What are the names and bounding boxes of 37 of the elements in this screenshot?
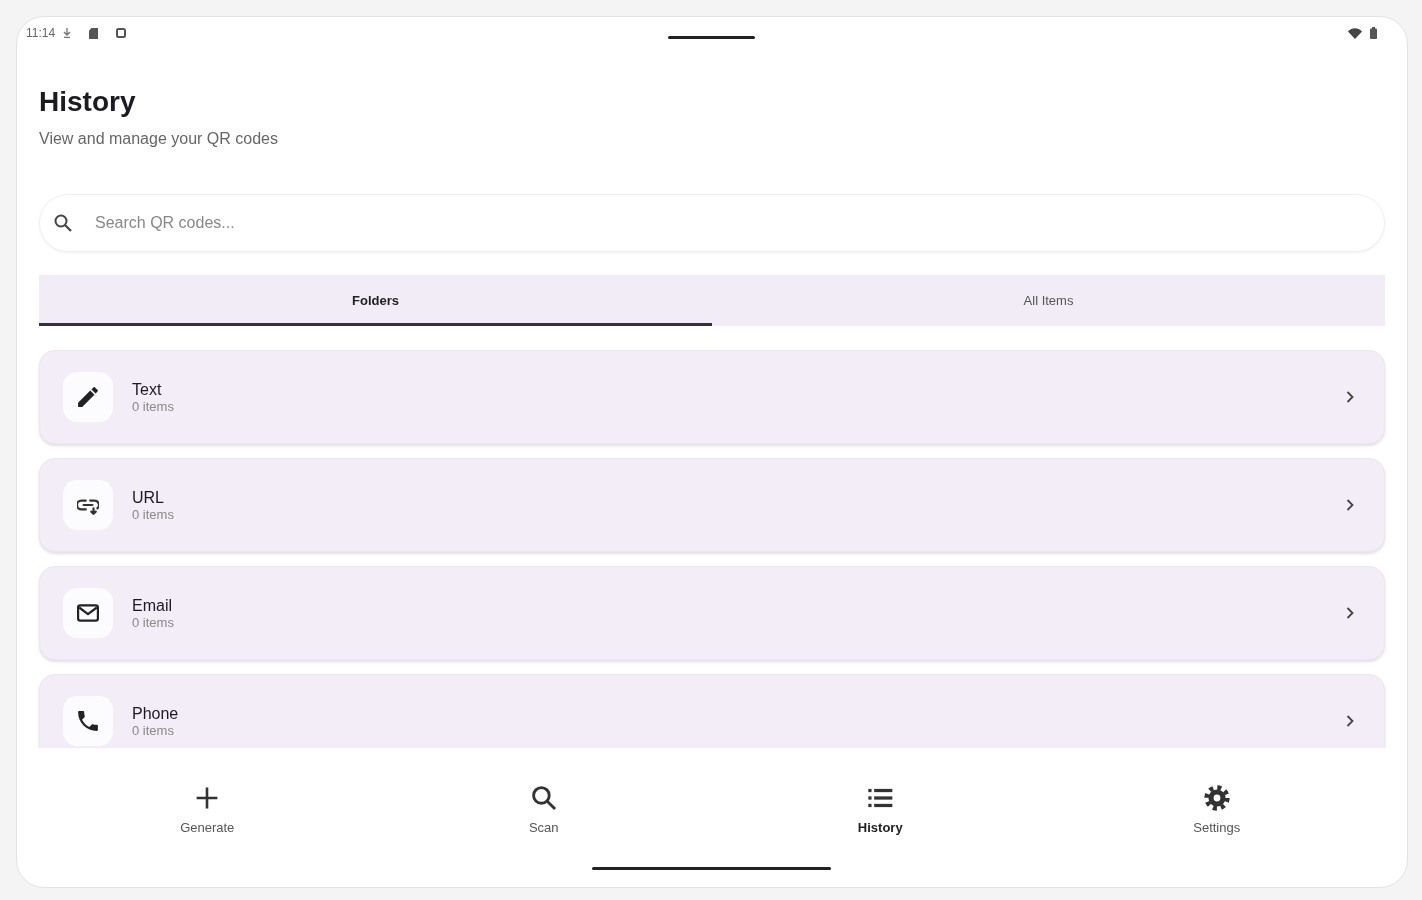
folder-count: 0 items	[132, 398, 174, 415]
folder-card[interactable]: Email 0 items	[39, 566, 1385, 660]
battery-icon	[1370, 27, 1377, 39]
wifi-icon	[1348, 27, 1362, 39]
folder-card[interactable]: Text 0 items	[39, 350, 1385, 444]
nav-item[interactable]: Generate	[174, 762, 241, 838]
pencil-icon	[77, 386, 99, 408]
folder-name: Email	[132, 595, 172, 615]
page-title: History	[39, 85, 136, 119]
tab[interactable]: Folders	[39, 275, 712, 326]
folder-name: Text	[132, 379, 162, 399]
folder-count: 0 items	[132, 506, 174, 523]
search-field[interactable]: Search QR codes...	[39, 194, 1385, 252]
tab[interactable]: All Items	[712, 275, 1385, 326]
folder-card[interactable]: Phone 0 items	[39, 674, 1385, 748]
page-subtitle: View and manage your QR codes	[39, 129, 278, 149]
nav-item[interactable]: History	[851, 762, 909, 838]
chevron-right-icon	[1346, 499, 1354, 511]
nav-item[interactable]: Settings	[1187, 762, 1247, 838]
gear-icon	[1203, 785, 1230, 811]
folder-count: 0 items	[132, 722, 174, 739]
folder-count: 0 items	[132, 614, 174, 631]
search-icon	[530, 785, 557, 811]
folder-name: URL	[132, 487, 164, 507]
nav-item[interactable]: Scan	[522, 762, 565, 838]
chevron-right-icon	[1346, 715, 1354, 727]
search-icon	[54, 214, 72, 232]
phone-icon	[77, 710, 99, 732]
envelope-icon	[77, 602, 99, 624]
status-time: 11:14	[26, 26, 56, 40]
download-icon	[63, 28, 72, 38]
folder-name: Phone	[132, 703, 179, 723]
chevron-right-icon	[1346, 391, 1354, 403]
sd-card-icon	[89, 27, 99, 39]
chevron-right-icon	[1346, 607, 1354, 619]
folder-card[interactable]: URL 0 items	[39, 458, 1385, 552]
square-icon	[116, 28, 127, 38]
